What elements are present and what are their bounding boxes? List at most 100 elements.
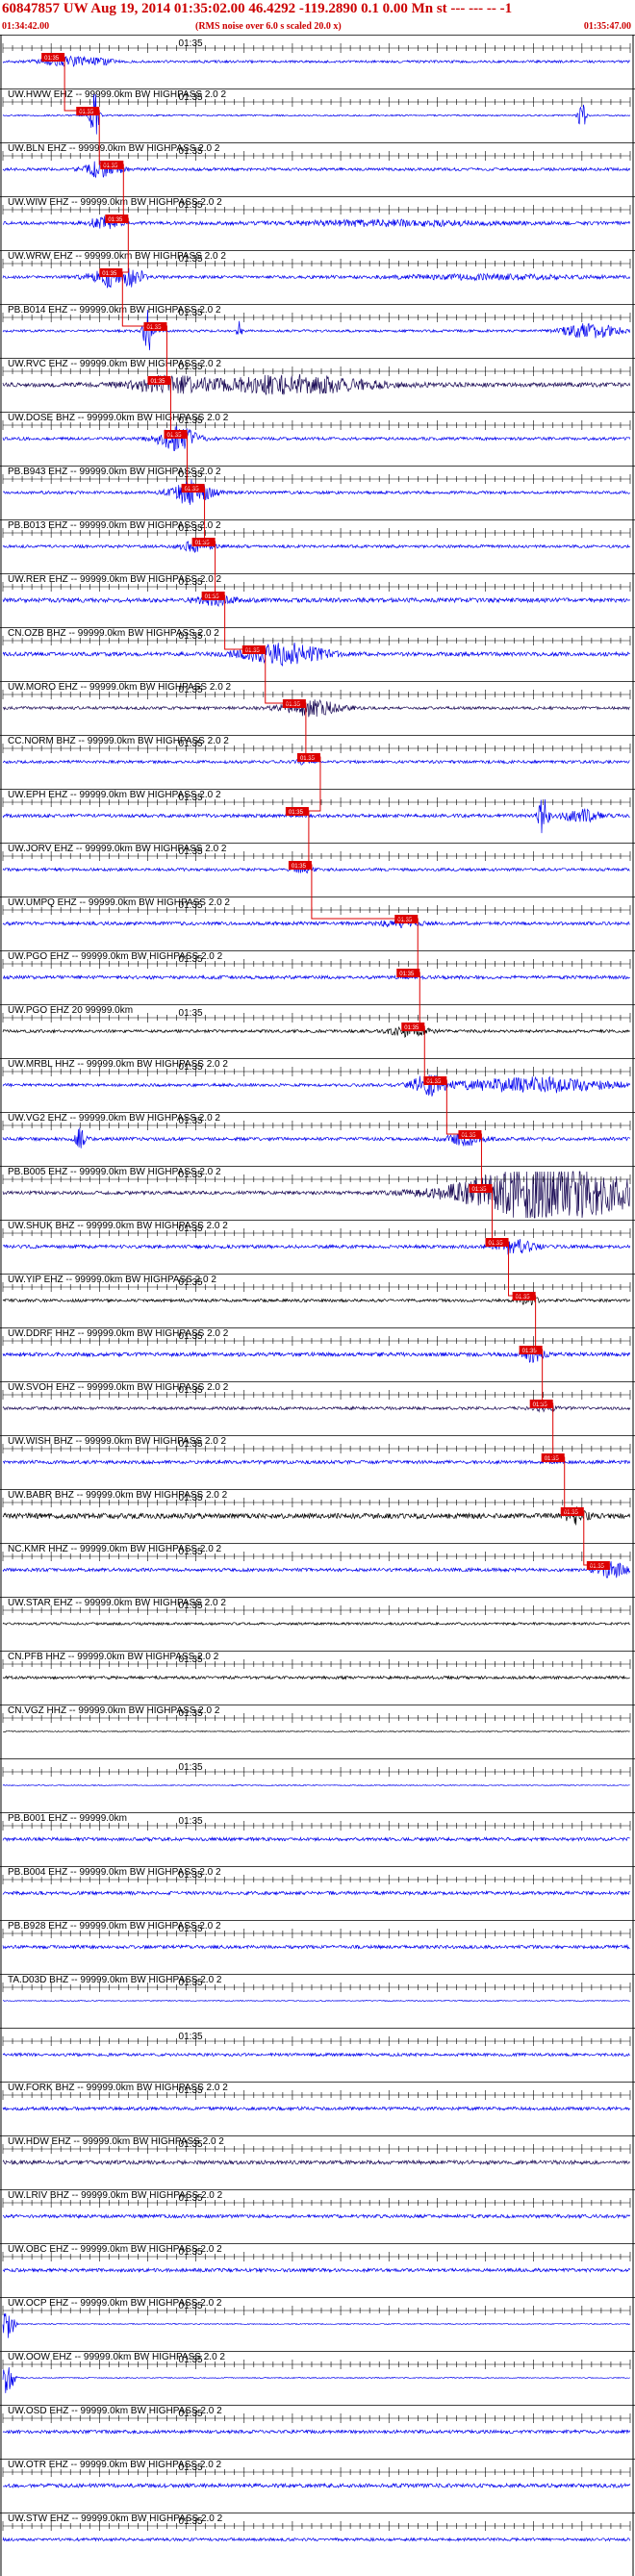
station-label: UW.RER EHZ -- 99999.0km BW HIGHPASS 2.0 …: [8, 574, 222, 585]
waveform: [2, 2366, 630, 2393]
trace-36: 01:35TA.D03D BHZ -- 99999.0km BW HIGHPAS…: [0, 1974, 635, 2003]
trace-28: 01:35NC.KMR HHZ -- 99999.0km BW HIGHPASS…: [0, 1543, 635, 1578]
station-label: UW.WISH BHZ -- 99999.0km BW HIGHPASS 2.0…: [8, 1436, 227, 1447]
waveform: [2, 594, 630, 608]
start-time: 01:34:42.00: [2, 21, 50, 32]
station-label: UW.OOW EHZ -- 99999.0km BW HIGHPASS 2.0 …: [8, 2352, 225, 2362]
waveform: [2, 1621, 630, 1627]
trace-40: 01:35UW.LRIV BHZ -- 99999.0km BW HIGHPAS…: [0, 2189, 635, 2220]
station-label: UW.STW EHZ -- 99999.0km BW HIGHPASS 2.0 …: [8, 2513, 223, 2524]
station-label: UW.EPH EHZ -- 99999.0km BW HIGHPASS 2.0 …: [8, 790, 221, 800]
station-label: UW.FORK BHZ -- 99999.0km BW HIGHPASS 2.0…: [8, 2083, 228, 2093]
trace-10: 01:35UW.RER EHZ -- 99999.0km BW HIGHPASS…: [0, 573, 635, 608]
trace-6: 01:35 UW.RVC EHZ -- 99999.0km BW HIGHPASS…: [0, 358, 635, 396]
station-label: UW.PGO EHZ 20 99999.0km: [8, 1005, 133, 1016]
waveform: [2, 2052, 630, 2058]
trace-0: 01:35 01:35: [0, 35, 635, 67]
pick-label: 01:35: [289, 810, 304, 816]
waveform: [2, 479, 630, 505]
waveform: [2, 2429, 631, 2436]
trace-26: 01:35UW.WISH BHZ -- 99999.0km BW HIGHPAS…: [0, 1435, 635, 1466]
station-label: UW.BABR BHZ -- 99999.0km BW HIGHPASS 2.0…: [8, 1490, 228, 1501]
station-label: UW.OSD EHZ -- 99999.0km BW HIGHPASS 2.0 …: [8, 2406, 222, 2416]
trace-32: 01:35: [0, 1758, 635, 1787]
station-label: UW.HDW EHZ -- 99999.0km BW HIGHPASS 2.0 …: [8, 2136, 224, 2147]
waveform: [2, 865, 630, 874]
station-label: UW.OTR EHZ -- 99999.0km BW HIGHPASS 2.0 …: [8, 2460, 222, 2470]
station-label: UW.WIW EHZ -- 99999.0km BW HIGHPASS 2.0 …: [8, 197, 222, 208]
waveform: [2, 1999, 630, 2003]
station-label: UW.YIP EHZ -- 99999.0km BW HIGHPASS 2.0 …: [8, 1275, 216, 1285]
trace-17: 01:35 UW.PGO EHZ -- 99999.0km BW HIGHPASS…: [0, 950, 635, 981]
pick-label: 01:35: [108, 217, 123, 223]
pick-label: 01:35: [44, 56, 60, 62]
trace-16: 01:35UW.UMPQ EHZ -- 99999.0km BW HIGHPAS…: [0, 897, 635, 928]
pick-label: 01:35: [150, 379, 165, 385]
waveform: [3, 974, 630, 981]
trace-34: 01:35PB.B004 EHZ -- 99999.0km BW HIGHPAS…: [0, 1866, 635, 1897]
trace-1: 01:35UW.HWW EHZ -- 99999.0km BW HIGHPASS…: [0, 88, 635, 135]
station-label: UW.OCP EHZ -- 99999.0km BW HIGHPASS 2.0 …: [8, 2298, 222, 2309]
trace-25: 01:35UW.SVOH EHZ -- 99999.0km BW HIGHPAS…: [0, 1381, 635, 1413]
trace-31: 01:35CN.VGZ HHZ -- 99999.0km BW HIGHPASS…: [0, 1705, 635, 1733]
waveform: [2, 1239, 631, 1255]
minute-mark-label: 01:35: [179, 38, 203, 49]
waveform: [2, 1835, 630, 1843]
trace-12: 01:35UW.MORO EHZ -- 99999.0km BW HIGHPAS…: [0, 681, 635, 718]
trace-2: 01:35UW.BLN EHZ -- 99999.0km BW HIGHPASS…: [0, 142, 635, 179]
waveform: [2, 2537, 631, 2542]
pick-label: 01:35: [522, 1349, 538, 1354]
trace-29: 01:35UW.STAR EHZ -- 99999.0km BW HIGHPAS…: [0, 1597, 635, 1627]
event-title: 60847857 UW Aug 19, 2014 01:35:02.00 46.…: [2, 1, 513, 16]
waveform: [2, 698, 630, 718]
trace-38: 01:35UW.FORK BHZ -- 99999.0km BW HIGHPAS…: [0, 2082, 635, 2111]
trace-8: 01:35PB.B943 EHZ -- 99999.0km BW HIGHPAS…: [0, 466, 635, 505]
trace-24: 01:35 UW.DDRF HHZ -- 99999.0km BW HIGHPAS…: [0, 1327, 635, 1363]
trace-33: 01:35 PB.B001 EHZ -- 99999.0km: [0, 1812, 635, 1843]
plot-header: 60847857 UW Aug 19, 2014 01:35:02.00 46.…: [0, 0, 635, 35]
station-label: UW.STAR EHZ -- 99999.0km BW HIGHPASS 2.0…: [8, 1598, 226, 1608]
station-label: UW.HWW EHZ -- 99999.0km BW HIGHPASS 2.0 …: [8, 89, 227, 100]
trace-46: 01:35UW.STW EHZ -- 99999.0km BW HIGHPASS…: [0, 2513, 635, 2542]
trace-39: 01:35UW.HDW EHZ -- 99999.0km BW HIGHPASS…: [0, 2135, 635, 2166]
station-label: PB.B001 EHZ -- 99999.0km: [8, 1813, 127, 1824]
station-label: CC.NORM BHZ -- 99999.0km BW HIGHPASS 2.0…: [8, 736, 229, 746]
trace-11: 01:35CN.OZB BHZ -- 99999.0km BW HIGHPASS…: [0, 627, 635, 667]
station-label: UW.MRBL HHZ -- 99999.0km BW HIGHPASS 2.0…: [8, 1059, 228, 1070]
station-label: UW.LRIV BHZ -- 99999.0km BW HIGHPASS 2.0…: [8, 2190, 223, 2201]
trace-43: 01:35UW.OOW EHZ -- 99999.0km BW HIGHPASS…: [0, 2351, 635, 2393]
waveform: [2, 309, 631, 351]
station-label: UW.DOSE BHZ -- 99999.0km BW HIGHPASS 2.0…: [8, 413, 229, 423]
waveform: [2, 1074, 631, 1097]
trace-22: 01:35UW.SHUK BHZ -- 99999.0km BW HIGHPAS…: [0, 1220, 635, 1255]
waveform: [2, 919, 630, 928]
waveform: [2, 1506, 631, 1526]
station-label: CN.VGZ HHZ -- 99999.0km BW HIGHPASS 2.0 …: [8, 1705, 220, 1716]
waveform: [2, 1127, 630, 1149]
station-label: TA.D03D BHZ -- 99999.0km BW HIGHPASS 2.0…: [8, 1975, 222, 1985]
waveform: [2, 643, 630, 667]
pick-label: 01:35: [102, 271, 117, 277]
waveform: [2, 2213, 631, 2220]
station-label: PB.B014 EHZ -- 99999.0km BW HIGHPASS 2.0…: [8, 305, 221, 316]
waveform: [3, 1730, 630, 1733]
trace-13: 01:35CC.NORM BHZ -- 99999.0km BW HIGHPAS…: [0, 735, 635, 766]
station-label: PB.B013 EHZ -- 99999.0km BW HIGHPASS 2.0…: [8, 520, 221, 531]
station-label: UW.WRW EHZ -- 99999.0km BW HIGHPASS 2.0 …: [8, 251, 226, 262]
trace-7: 01:35UW.DOSE BHZ -- 99999.0km BW HIGHPAS…: [0, 412, 635, 451]
waveform: [2, 2106, 630, 2111]
trace-21: 01:35PB.B005 EHZ -- 99999.0km BW HIGHPAS…: [0, 1166, 635, 1219]
waveform: [3, 215, 631, 230]
minute-mark-label: 01:35: [179, 1762, 203, 1773]
station-label: PB.B928 EHZ -- 99999.0km BW HIGHPASS 2.0…: [8, 1921, 221, 1932]
station-label: UW.JORV EHZ -- 99999.0km BW HIGHPASS 2.0…: [8, 844, 227, 854]
trace-23: 01:35UW.YIP EHZ -- 99999.0km BW HIGHPASS…: [0, 1274, 635, 1306]
waveform: [2, 798, 630, 834]
waveform: [2, 2266, 631, 2274]
trace-35: 01:35PB.B928 EHZ -- 99999.0km BW HIGHPAS…: [0, 1920, 635, 1951]
trace-20: 01:35UW.VG2 EHZ -- 99999.0km BW HIGHPASS…: [0, 1112, 635, 1149]
station-label: UW.SHUK BHZ -- 99999.0km BW HIGHPASS 2.0…: [8, 1221, 228, 1231]
trace-45: 01:35UW.OTR EHZ -- 99999.0km BW HIGHPASS…: [0, 2459, 635, 2489]
station-label: UW.BLN EHZ -- 99999.0km BW HIGHPASS 2.0 …: [8, 143, 220, 154]
trace-5: 01:35PB.B014 EHZ -- 99999.0km BW HIGHPAS…: [0, 304, 635, 351]
